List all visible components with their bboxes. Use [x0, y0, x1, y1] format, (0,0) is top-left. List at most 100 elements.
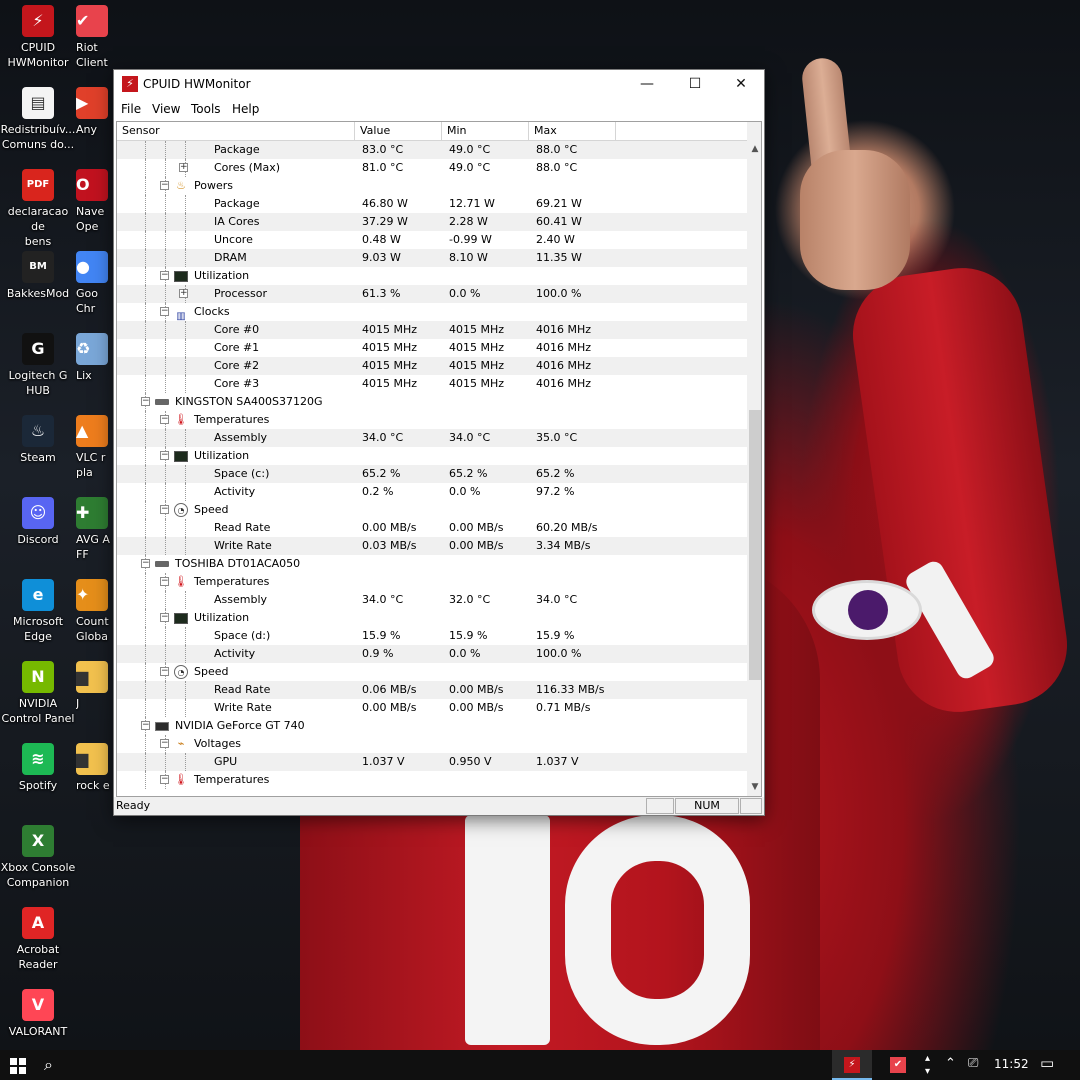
taskbar-hwmonitor[interactable]: ⚡: [832, 1050, 872, 1080]
sensor-row[interactable]: Core #1 4015 MHz 4015 MHz 4016 MHz: [117, 339, 747, 357]
sensor-row[interactable]: Activity 0.2 % 0.0 % 97.2 %: [117, 483, 747, 501]
menu-tools[interactable]: Tools: [191, 102, 221, 116]
desktop-icon-logitech-ghub[interactable]: G Logitech G HUB: [0, 333, 76, 398]
sensor-row[interactable]: DRAM 9.03 W 8.10 W 11.35 W: [117, 249, 747, 267]
desktop-icon-xbox[interactable]: X Xbox Console Companion: [0, 825, 76, 890]
desktop-icon-discord[interactable]: ☺ Discord: [0, 497, 76, 547]
desktop-icon-chrome[interactable]: ● Goo Chr: [76, 251, 116, 316]
collapse-icon[interactable]: −: [141, 721, 150, 730]
column-header-max[interactable]: Max: [529, 122, 616, 141]
desktop-icon-hwmonitor[interactable]: ⚡ CPUID HWMonitor: [0, 5, 76, 70]
sensor-group-row[interactable]: − TOSHIBA DT01ACA050: [117, 555, 747, 573]
sensor-row[interactable]: Uncore 0.48 W -0.99 W 2.40 W: [117, 231, 747, 249]
menu-file[interactable]: File: [121, 102, 141, 116]
hwmonitor-window[interactable]: ⚡ CPUID HWMonitor — ☐ ✕ File View Tools …: [113, 69, 765, 816]
sensor-table[interactable]: Sensor Value Min Max Package 83.0 °C 49.0 …: [116, 121, 762, 797]
sensor-row[interactable]: Core #0 4015 MHz 4015 MHz 4016 MHz: [117, 321, 747, 339]
sensor-row[interactable]: Space (c:) 65.2 % 65.2 % 65.2 %: [117, 465, 747, 483]
sensor-group-row[interactable]: − ◔ Speed: [117, 501, 747, 519]
sensor-row[interactable]: Package 46.80 W 12.71 W 69.21 W: [117, 195, 747, 213]
maximize-button[interactable]: ☐: [672, 70, 718, 99]
close-button[interactable]: ✕: [718, 70, 764, 99]
desktop-icon-folder[interactable]: ▆ rock e: [76, 743, 116, 793]
desktop-icon-bakkesmod[interactable]: BM BakkesMod: [0, 251, 76, 301]
taskbar-riot-client[interactable]: ✔: [878, 1050, 918, 1080]
notifications-icon[interactable]: ▭: [1040, 1054, 1054, 1072]
desktop-icon-riot-client[interactable]: ✔ Riot Client: [76, 5, 116, 70]
network-icon[interactable]: ⎚: [968, 1056, 978, 1071]
sensor-row[interactable]: + Processor 61.3 % 0.0 % 100.0 %: [117, 285, 747, 303]
sensor-group-row[interactable]: − 🌡 Temperatures: [117, 771, 747, 789]
collapse-icon[interactable]: −: [160, 667, 169, 676]
desktop-icon-file-shortcut[interactable]: ▤ Redistribuív... Comuns do...: [0, 87, 76, 152]
desktop-icon-folder[interactable]: ▆ J: [76, 661, 116, 711]
start-button[interactable]: [0, 1050, 36, 1080]
minimize-button[interactable]: —: [624, 70, 670, 99]
sensor-group-row[interactable]: − KINGSTON SA400S37120G: [117, 393, 747, 411]
tray-show-hidden-icon[interactable]: ⌃: [945, 1056, 956, 1071]
sensor-row[interactable]: Read Rate 0.06 MB/s 0.00 MB/s 116.33 MB/s: [117, 681, 747, 699]
collapse-icon[interactable]: −: [160, 307, 169, 316]
tray-scroll-arrows-icon[interactable]: ▴ ▾: [925, 1052, 930, 1078]
sensor-group-row[interactable]: − NVIDIA GeForce GT 740: [117, 717, 747, 735]
sensor-row[interactable]: + Cores (Max) 81.0 °C 49.0 °C 88.0 °C: [117, 159, 747, 177]
sensor-row[interactable]: Core #3 4015 MHz 4015 MHz 4016 MHz: [117, 375, 747, 393]
taskbar-clock[interactable]: 11:52: [994, 1057, 1029, 1071]
sensor-group-row[interactable]: − ◔ Speed: [117, 663, 747, 681]
scroll-up-arrow-icon[interactable]: ▲: [747, 141, 761, 158]
desktop-icon-opera[interactable]: O Nave Ope: [76, 169, 116, 234]
sensor-group-row[interactable]: − 🌡 Temperatures: [117, 411, 747, 429]
collapse-icon[interactable]: −: [141, 559, 150, 568]
sensor-row[interactable]: Core #2 4015 MHz 4015 MHz 4016 MHz: [117, 357, 747, 375]
expand-icon[interactable]: +: [179, 163, 188, 172]
collapse-icon[interactable]: −: [141, 397, 150, 406]
desktop-icon-recycle-bin[interactable]: ♻ Lix: [76, 333, 116, 383]
sensor-group-row[interactable]: − 🌡 Temperatures: [117, 573, 747, 591]
sensor-group-row[interactable]: − Utilization: [117, 609, 747, 627]
sensor-row[interactable]: Activity 0.9 % 0.0 % 100.0 %: [117, 645, 747, 663]
menu-help[interactable]: Help: [232, 102, 259, 116]
scroll-thumb[interactable]: [749, 410, 761, 680]
collapse-icon[interactable]: −: [160, 613, 169, 622]
desktop-icon-avg[interactable]: ✚ AVG A FF: [76, 497, 116, 562]
collapse-icon[interactable]: −: [160, 415, 169, 424]
window-titlebar[interactable]: ⚡ CPUID HWMonitor — ☐ ✕: [114, 70, 764, 99]
sensor-group-row[interactable]: − Utilization: [117, 447, 747, 465]
sensor-row[interactable]: Read Rate 0.00 MB/s 0.00 MB/s 60.20 MB/s: [117, 519, 747, 537]
desktop-icon-vlc[interactable]: ▲ VLC r pla: [76, 415, 116, 480]
desktop-icon-anydesk[interactable]: ▶ Any: [76, 87, 116, 137]
desktop-icon-acrobat[interactable]: A Acrobat Reader: [0, 907, 76, 972]
expand-icon[interactable]: +: [179, 289, 188, 298]
search-icon[interactable]: ⌕: [44, 1055, 53, 1075]
sensor-group-row[interactable]: − ♨ Powers: [117, 177, 747, 195]
collapse-icon[interactable]: −: [160, 271, 169, 280]
collapse-icon[interactable]: −: [160, 505, 169, 514]
resize-grip-icon[interactable]: [740, 798, 762, 814]
desktop-icon-pdf[interactable]: PDF declaracao de bens: [0, 169, 76, 249]
column-header-value[interactable]: Value: [355, 122, 442, 141]
sensor-group-row[interactable]: − ▥ Clocks: [117, 303, 747, 322]
sensor-row[interactable]: IA Cores 37.29 W 2.28 W 60.41 W: [117, 213, 747, 231]
collapse-icon[interactable]: −: [160, 577, 169, 586]
sensor-row[interactable]: Space (d:) 15.9 % 15.9 % 15.9 %: [117, 627, 747, 645]
sensor-group-row[interactable]: − ⌁ Voltages: [117, 735, 747, 753]
collapse-icon[interactable]: −: [160, 775, 169, 784]
column-header-min[interactable]: Min: [442, 122, 529, 141]
column-header-sensor[interactable]: Sensor: [117, 122, 355, 141]
desktop-icon-valorant[interactable]: V VALORANT: [0, 989, 76, 1039]
desktop-icon-nvidia[interactable]: N NVIDIA Control Panel: [0, 661, 76, 726]
collapse-icon[interactable]: −: [160, 451, 169, 460]
sensor-group-row[interactable]: − Utilization: [117, 267, 747, 285]
desktop-icon-csgo[interactable]: ✦ Count Globa: [76, 579, 116, 644]
collapse-icon[interactable]: −: [160, 739, 169, 748]
desktop-icon-spotify[interactable]: ≋ Spotify: [0, 743, 76, 793]
vertical-scrollbar[interactable]: ▲ ▼: [747, 122, 761, 796]
scroll-down-arrow-icon[interactable]: ▼: [747, 779, 761, 796]
desktop-icon-steam[interactable]: ♨ Steam: [0, 415, 76, 465]
desktop-icon-edge[interactable]: e Microsoft Edge: [0, 579, 76, 644]
menu-view[interactable]: View: [152, 102, 180, 116]
sensor-row[interactable]: Write Rate 0.03 MB/s 0.00 MB/s 3.34 MB/s: [117, 537, 747, 555]
sensor-row[interactable]: GPU 1.037 V 0.950 V 1.037 V: [117, 753, 747, 771]
collapse-icon[interactable]: −: [160, 181, 169, 190]
sensor-row[interactable]: Assembly 34.0 °C 32.0 °C 34.0 °C: [117, 591, 747, 609]
